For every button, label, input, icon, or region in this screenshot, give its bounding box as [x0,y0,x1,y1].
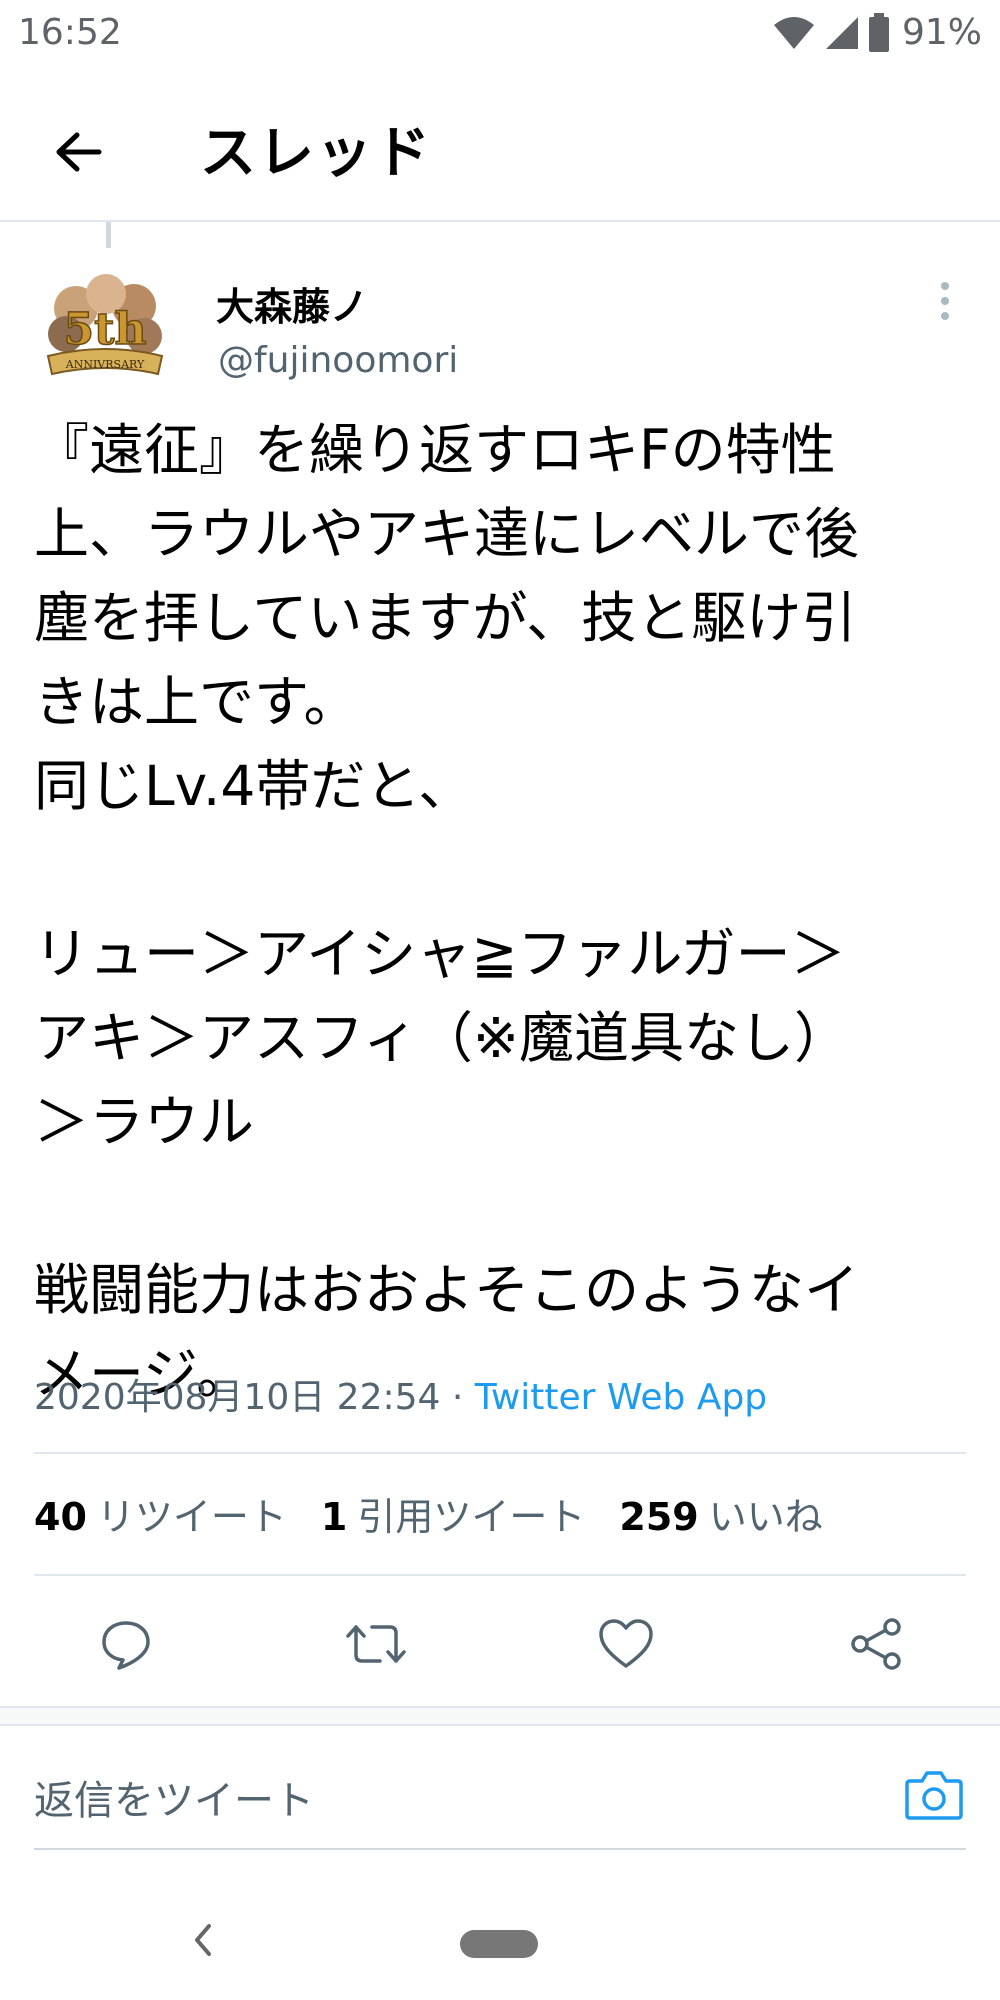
camera-button[interactable] [902,1764,966,1824]
more-dot-icon [941,297,949,305]
divider [34,1574,966,1576]
meta-separator: · [440,1377,475,1418]
quotes-stat[interactable]: 1 引用ツイート [321,1486,585,1541]
reply-placeholder[interactable]: 返信をツイート [34,1768,314,1826]
retweet-button[interactable] [336,1604,416,1684]
quotes-count: 1 [320,1495,348,1539]
battery-icon [868,12,889,52]
likes-label: いいね [708,1495,823,1539]
arrow-left-icon [56,132,102,172]
likes-stat[interactable]: 259 いいね [619,1486,822,1541]
retweets-label: リツイート [96,1495,287,1539]
wifi-icon [773,16,814,49]
thread-connector-line [106,222,111,248]
tweet-source-link[interactable]: Twitter Web App [475,1377,767,1418]
page-title: スレッド [200,121,432,186]
tweet-timestamp: 2020年08月10日 22:54 [34,1377,441,1418]
share-icon [851,1618,901,1670]
more-dot-icon [941,312,949,320]
avatar-ribbon-text: ANNIVRSARY [65,358,145,371]
retweet-icon [346,1625,406,1663]
camera-icon [905,1771,963,1820]
reply-button[interactable] [86,1604,166,1684]
status-time: 16:52 [18,12,122,53]
retweets-count: 40 [34,1495,87,1539]
author-handle[interactable]: @fujinoomori [218,340,458,381]
tweet-actions [0,1604,1000,1684]
system-back-button[interactable] [178,1910,228,1970]
app-header: スレッド [0,78,1000,222]
system-home-pill[interactable] [460,1930,538,1958]
avatar-5th-anniversary: 5th ANNIVRSARY [36,264,174,384]
divider [34,1452,966,1454]
share-button[interactable] [836,1604,916,1684]
status-icons: 91% [772,12,982,53]
battery-percent: 91% [901,12,982,53]
tweet-meta: 2020年08月10日 22:54 · Twitter Web App [34,1368,767,1420]
signal-icon [825,16,858,49]
quotes-label: 引用ツイート [357,1495,586,1539]
like-icon [599,1619,653,1668]
section-divider [0,1706,1000,1726]
author-name[interactable]: 大森藤ノ [216,276,368,331]
reply-icon [102,1621,150,1670]
reply-composer[interactable]: 返信をツイート [34,1736,966,1850]
chevron-left-icon [195,1924,211,1956]
retweets-stat[interactable]: 40 リツイート [34,1486,287,1541]
more-dot-icon [941,282,949,290]
system-nav-bar [0,1880,1000,2000]
like-button[interactable] [586,1604,666,1684]
tweet-stats: 40 リツイート 1 引用ツイート 259 いいね [34,1486,823,1541]
back-button[interactable] [40,114,116,190]
status-bar: 16:52 91% [0,0,1000,68]
tweet-text: 『遠征』を繰り返すロキFの特性 上、ラウルやアキ達にレベルで後 塵を拝しています… [34,418,860,1406]
avatar-big-text: 5th [64,304,147,355]
avatar[interactable]: 5th ANNIVRSARY [36,264,174,384]
likes-count: 259 [619,1495,699,1539]
more-options-button[interactable] [920,276,970,326]
